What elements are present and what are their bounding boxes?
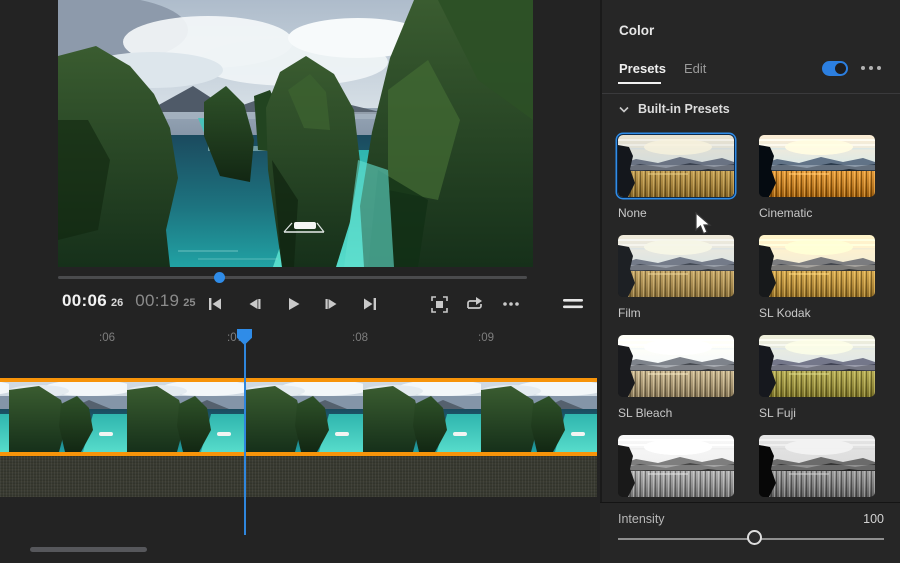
preset-thumbnail [759,435,875,497]
loop-button[interactable] [465,295,483,313]
current-frames: 26 [111,297,123,309]
step-forward-button[interactable] [323,295,341,313]
step-back-button[interactable] [245,295,263,313]
intensity-value: 100 [600,512,884,526]
loop-icon [465,296,483,312]
clip-thumbnail [245,382,363,452]
preset-label: Cinematic [759,206,875,220]
preset-thumbnail [759,135,875,197]
timeline-clip[interactable] [0,378,597,456]
intensity-section: Intensity 100 [600,502,900,563]
preset-label: SL Kodak [759,306,875,320]
duration-frames: 25 [183,297,195,309]
preset-thumbnail [618,235,734,297]
preset-thumbnail [759,335,875,397]
skip-to-end-button[interactable] [361,295,379,313]
preset-film[interactable]: Film [618,235,734,321]
preset-grid: None Cinematic Film SL Kodak SL Bleach S… [618,135,886,521]
section-title: Built-in Presets [638,102,730,116]
more-options-button[interactable] [501,295,519,313]
preset-sl-bleach[interactable]: SL Bleach [618,335,734,421]
preset-thumbnail [618,335,734,397]
active-tab-underline [618,82,661,84]
color-enable-toggle[interactable] [822,61,848,76]
menu-button[interactable] [562,295,584,313]
tab-edit[interactable]: Edit [684,61,706,76]
play-button[interactable] [284,295,302,313]
intensity-slider-handle[interactable] [747,530,762,545]
clip-thumbnail [363,382,481,452]
app-window: 00:06 26 00:19 25 [0,0,900,563]
color-panel: Color Presets Edit Built-in Presets None… [600,0,900,563]
playhead-line [244,343,246,535]
preset-sl-fuji[interactable]: SL Fuji [759,335,875,421]
fit-screen-icon [431,296,448,313]
panel-more-options-button[interactable] [861,66,881,70]
ruler-tick: :08 [352,332,368,344]
preview-scrubber-handle[interactable] [214,272,225,283]
preset-label: SL Bleach [618,406,734,420]
skip-to-start-icon [207,296,223,312]
video-preview[interactable] [58,0,533,267]
play-icon [285,296,301,312]
chevron-down-icon [619,106,629,113]
preset-sl-kodak[interactable]: SL Kodak [759,235,875,321]
skip-to-end-icon [362,296,378,312]
duration-time: 00:19 [135,291,179,311]
divider [602,93,900,94]
tab-presets[interactable]: Presets [619,61,666,76]
step-forward-icon [324,296,340,312]
fit-screen-button[interactable] [430,295,448,313]
clip-thumbnail [0,382,9,452]
preview-scrubber-track[interactable] [58,276,527,279]
menu-icon [563,297,583,311]
clip-thumbnail [9,382,127,452]
preset-thumbnail [759,235,875,297]
preset-label: SL Fuji [759,406,875,420]
preset-thumbnail [618,135,734,197]
timeline-scrollbar[interactable] [30,547,147,552]
audio-track[interactable] [0,456,597,497]
timecode-display: 00:06 26 00:19 25 [62,291,196,317]
panel-title: Color [619,23,654,38]
preset-label: Film [618,306,734,320]
lagoon-frame-image [58,0,533,267]
preset-cinematic[interactable]: Cinematic [759,135,875,221]
toggle-knob [835,63,846,74]
clip-thumbnail [127,382,245,452]
preset-label: None [618,206,734,220]
more-options-icon [501,296,519,312]
step-back-icon [246,296,262,312]
skip-to-start-button[interactable] [206,295,224,313]
preset-none[interactable]: None [618,135,734,221]
ruler-tick: :09 [478,332,494,344]
preset-thumbnail [618,435,734,497]
clip-thumbnail [481,382,597,452]
current-time: 00:06 [62,291,107,311]
ruler-tick: :06 [99,332,115,344]
clip-filmstrip [0,382,597,452]
builtin-presets-header[interactable]: Built-in Presets [619,102,730,116]
